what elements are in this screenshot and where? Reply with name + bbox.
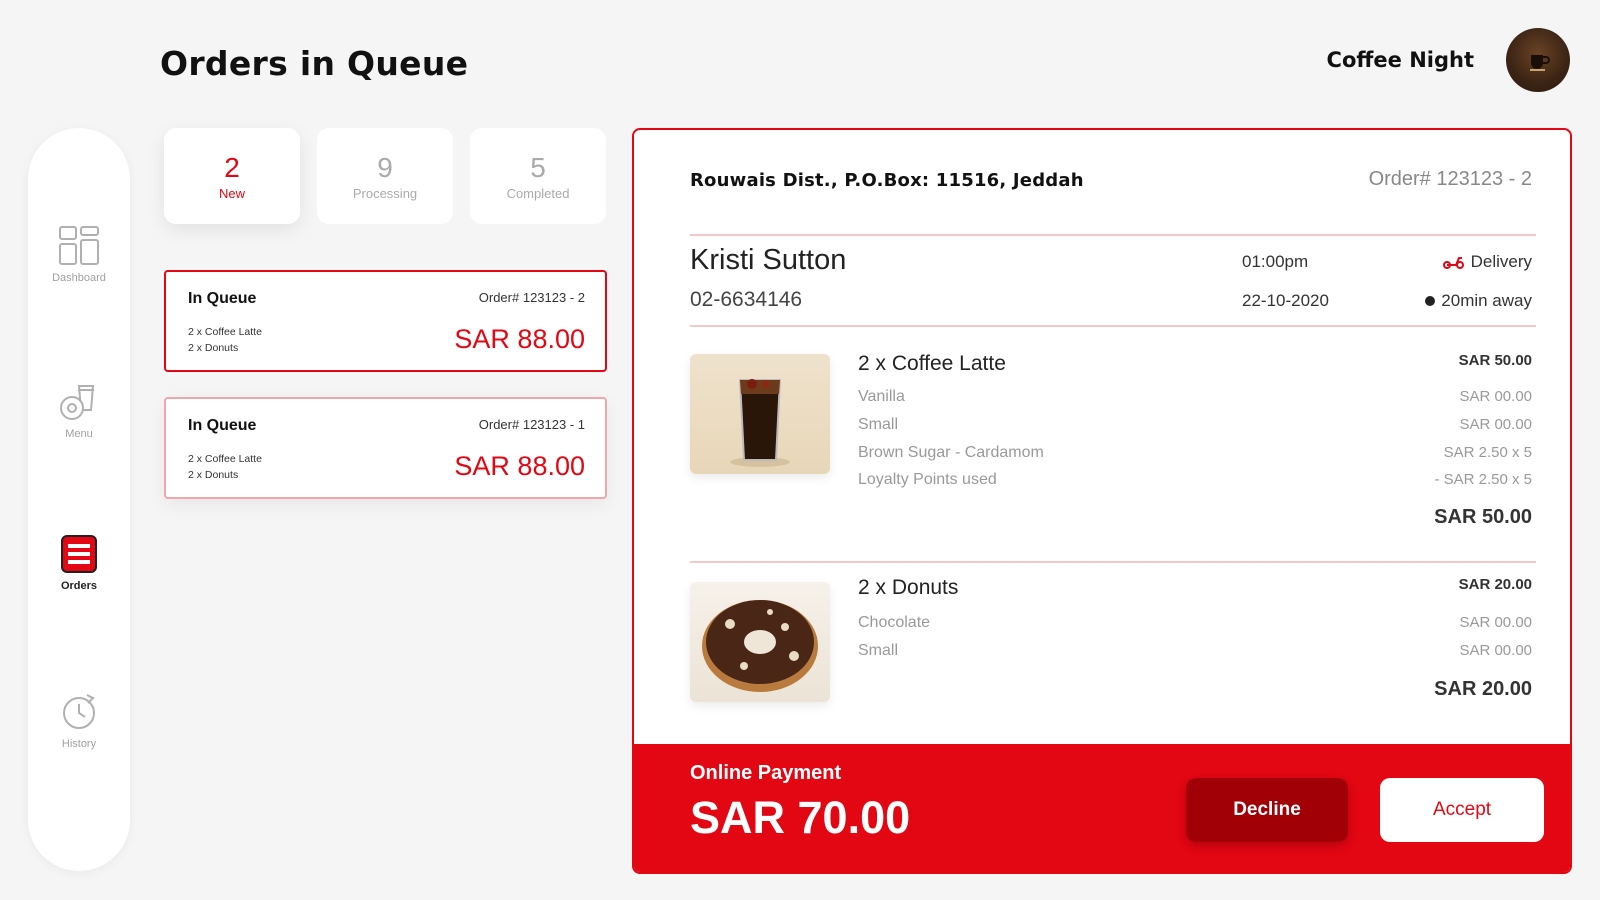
- order-item-line: 2 x Coffee Latte: [188, 326, 262, 338]
- item-option: Chocolate: [858, 614, 931, 631]
- item-option: Vanilla: [858, 388, 905, 405]
- tab-count: 2: [224, 151, 240, 183]
- item-total: SAR 20.00: [1434, 678, 1532, 700]
- delivery-address: Rouwais Dist., P.O.Box: 11516, Jeddah: [690, 170, 1084, 191]
- sidebar-item-label: History: [61, 738, 97, 750]
- decline-button[interactable]: Decline: [1186, 778, 1348, 842]
- item-option-price: SAR 2.50 x 5: [1443, 444, 1532, 461]
- tab-label: Processing: [352, 185, 418, 201]
- tab-new[interactable]: 2 New: [164, 128, 300, 224]
- user-profile[interactable]: Coffee Night: [1327, 28, 1570, 92]
- chocolate-donut-icon: [702, 600, 818, 692]
- customer-phone: 02-6634146: [690, 288, 803, 311]
- user-name: Coffee Night: [1326, 48, 1474, 72]
- customer-name: Kristi Sutton: [690, 244, 847, 276]
- iced-coffee-glass-icon: [730, 379, 790, 467]
- payment-bar: Online Payment SAR 70.00 Decline Accept: [634, 744, 1570, 872]
- item-image-donuts: [690, 582, 830, 702]
- delivery-scooter-icon: [1442, 257, 1464, 269]
- tab-label: New: [218, 185, 245, 201]
- item-option: Small: [858, 642, 899, 659]
- item-option-price: SAR 00.00: [1459, 614, 1532, 631]
- order-status: In Queue: [188, 290, 257, 307]
- tab-processing[interactable]: 9 Processing: [317, 128, 453, 224]
- coffee-logo-icon: [1530, 55, 1550, 71]
- history-clock-icon: [63, 694, 95, 729]
- order-total: SAR 88.00: [454, 324, 585, 354]
- divider: [690, 325, 1536, 327]
- order-time: 01:00pm: [1242, 252, 1309, 271]
- order-date: 22-10-2020: [1242, 291, 1329, 310]
- eta-label: 20min away: [1441, 291, 1532, 310]
- item-total: SAR 50.00: [1434, 506, 1532, 528]
- order-items: 2 x Coffee Latte 2 x Donuts: [188, 451, 262, 483]
- order-card[interactable]: In Queue Order# 123123 - 1 2 x Coffee La…: [164, 397, 607, 499]
- sidebar-item-label: Orders: [60, 580, 98, 592]
- item-price: SAR 20.00: [1458, 576, 1532, 593]
- item-option-price: SAR 00.00: [1459, 642, 1532, 659]
- tab-completed[interactable]: 5 Completed: [470, 128, 606, 224]
- sidebar-item-history[interactable]: History: [28, 690, 130, 750]
- order-card-selected[interactable]: In Queue Order# 123123 - 2 2 x Coffee La…: [164, 270, 607, 372]
- avatar[interactable]: [1506, 28, 1570, 92]
- order-item-line: 2 x Coffee Latte: [188, 453, 262, 465]
- item-option-price: SAR 00.00: [1459, 388, 1532, 405]
- payment-total: SAR 70.00: [690, 792, 911, 843]
- item-option: Small: [858, 416, 899, 433]
- order-item-line: 2 x Donuts: [188, 342, 239, 354]
- order-total: SAR 88.00: [454, 451, 585, 481]
- page-title: Orders in Queue: [160, 44, 469, 83]
- tab-count: 5: [530, 151, 546, 183]
- payment-method: Online Payment: [690, 762, 842, 784]
- location-dot-icon: [1425, 296, 1436, 306]
- sidebar-item-menu[interactable]: Menu: [28, 380, 130, 440]
- divider: [690, 561, 1536, 563]
- order-number: Order# 123123 - 2: [478, 290, 585, 305]
- tab-count: 9: [377, 151, 393, 183]
- sidebar-item-dashboard[interactable]: Dashboard: [28, 224, 130, 284]
- item-option: Brown Sugar - Cardamom: [858, 444, 1044, 461]
- item-option: Loyalty Points used: [858, 471, 997, 488]
- tab-label: Completed: [506, 185, 570, 201]
- sidebar-item-label: Dashboard: [52, 272, 106, 284]
- order-items: 2 x Coffee Latte 2 x Donuts: [188, 324, 262, 356]
- order-number: Order# 123123 - 2: [1368, 168, 1532, 190]
- delivery-type-label: Delivery: [1470, 252, 1532, 271]
- item-image-coffee-latte: [690, 354, 830, 474]
- item-price: SAR 50.00: [1458, 352, 1532, 369]
- sidebar-item-orders[interactable]: Orders: [28, 532, 130, 592]
- accept-button[interactable]: Accept: [1380, 778, 1544, 842]
- eta: 20min away: [1425, 291, 1532, 311]
- item-option-price: SAR 00.00: [1459, 416, 1532, 433]
- divider: [690, 234, 1536, 236]
- coffee-donut-icon: [60, 385, 95, 420]
- order-status: In Queue: [188, 417, 257, 434]
- dashboard-grid-icon: [59, 226, 99, 265]
- orders-list-icon: [61, 535, 97, 573]
- sidebar: Dashboard Menu Orders History: [28, 128, 130, 871]
- sidebar-item-label: Menu: [65, 428, 93, 440]
- order-item-line: 2 x Donuts: [188, 469, 239, 481]
- order-number: Order# 123123 - 1: [478, 417, 585, 432]
- item-title: 2 x Donuts: [858, 576, 959, 599]
- item-title: 2 x Coffee Latte: [858, 352, 1006, 375]
- delivery-type: Delivery: [1442, 252, 1532, 272]
- order-detail-panel: Rouwais Dist., P.O.Box: 11516, Jeddah Or…: [632, 128, 1572, 874]
- item-option-price: - SAR 2.50 x 5: [1434, 471, 1532, 488]
